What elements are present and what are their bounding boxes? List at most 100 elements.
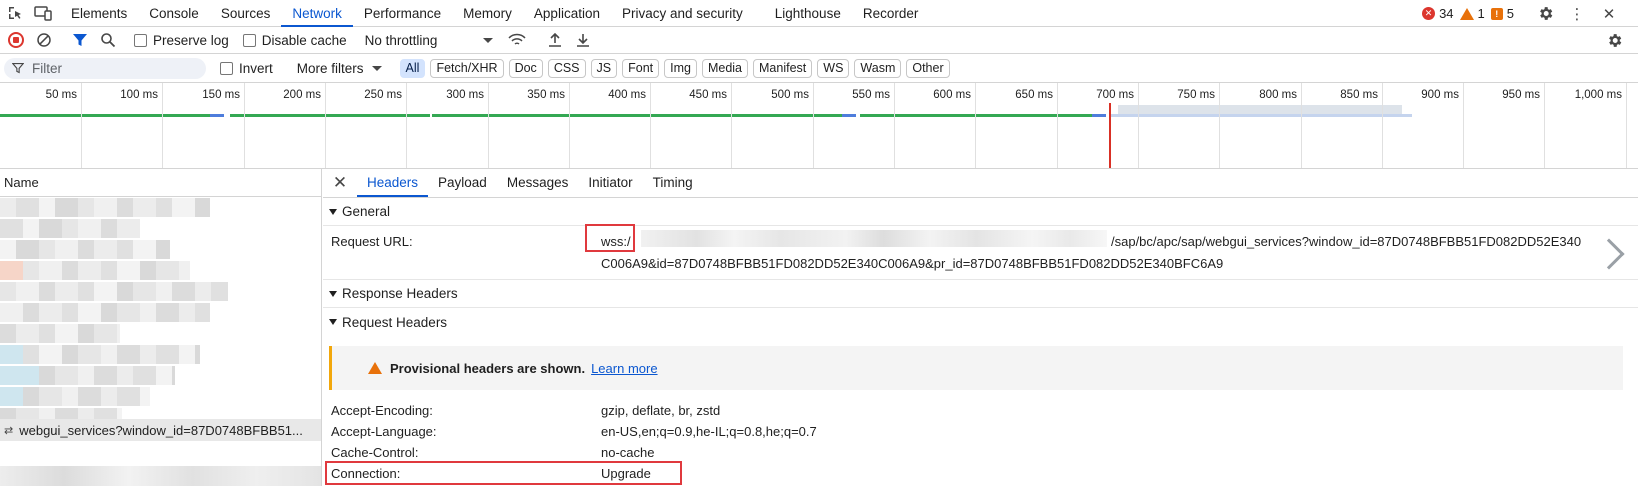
- header-row-accept-language: Accept-Language: en-US,en;q=0.9,he-IL;q=…: [331, 424, 817, 439]
- disable-cache-checkbox[interactable]: Disable cache: [242, 33, 347, 48]
- redaction-block: [0, 303, 23, 322]
- search-button[interactable]: [96, 29, 120, 51]
- learn-more-link[interactable]: Learn more: [591, 361, 657, 376]
- redaction-block: [78, 387, 101, 406]
- filter-chip-css[interactable]: CSS: [547, 58, 586, 78]
- redacted-request-row[interactable]: [0, 365, 321, 386]
- filter-chip-media[interactable]: Media: [701, 58, 749, 78]
- request-headers-section-header[interactable]: Request Headers: [323, 308, 1638, 336]
- export-har-button[interactable]: [571, 29, 595, 51]
- filter-chip-manifest[interactable]: Manifest: [753, 58, 813, 78]
- close-icon[interactable]: ✕: [323, 169, 357, 197]
- timeline-overview[interactable]: 50 ms 100 ms 150 ms 200 ms 250 ms 300 ms 350 m…: [0, 83, 1638, 169]
- tab-memory[interactable]: Memory: [452, 0, 523, 27]
- redaction-block: [39, 240, 55, 259]
- name-column-header[interactable]: Name: [0, 169, 321, 197]
- network-settings-button[interactable]: [1602, 29, 1626, 51]
- issue-flag-icon: !: [1490, 7, 1503, 20]
- expand-triangle-icon: [329, 208, 337, 215]
- filter-chip-ws[interactable]: WS: [817, 58, 850, 78]
- filter-chip-all[interactable]: All: [399, 58, 426, 78]
- more-filters-dropdown[interactable]: More filters: [297, 61, 382, 76]
- device-toolbar-icon[interactable]: [32, 2, 54, 24]
- request-url-path[interactable]: /sap/bc/apc/sap/webgui_services?window_i…: [1111, 234, 1581, 249]
- filter-chip-other[interactable]: Other: [906, 58, 950, 78]
- tab-headers[interactable]: Headers: [357, 169, 429, 197]
- filter-chip-img[interactable]: Img: [664, 58, 697, 78]
- redaction-block: [172, 282, 195, 301]
- redacted-request-row[interactable]: [0, 197, 321, 218]
- import-har-button[interactable]: [543, 29, 567, 51]
- redaction-block: [55, 282, 78, 301]
- chevron-down-icon: [483, 37, 494, 43]
- redacted-request-row[interactable]: [0, 281, 321, 302]
- tab-payload[interactable]: Payload: [428, 169, 497, 197]
- tab-console[interactable]: Console: [138, 0, 210, 27]
- tab-elements[interactable]: Elements: [60, 0, 138, 27]
- redacted-request-row[interactable]: [0, 323, 321, 344]
- tab-timing[interactable]: Timing: [643, 169, 703, 197]
- filter-chip-fetch-xhr[interactable]: Fetch/XHR: [430, 58, 504, 78]
- request-url-continuation[interactable]: C006A9&id=87D0748BFBB51FD082DD52E340C006…: [601, 256, 1223, 271]
- redaction-block: [78, 282, 94, 301]
- tab-messages[interactable]: Messages: [497, 169, 579, 197]
- redaction-block: [172, 198, 195, 217]
- tab-recorder[interactable]: Recorder: [852, 0, 930, 27]
- redaction-block: [179, 303, 195, 322]
- clear-button[interactable]: [32, 29, 56, 51]
- redaction-block: [0, 387, 23, 406]
- error-count-badge[interactable]: ✕ 34: [1422, 6, 1454, 21]
- redacted-request-row[interactable]: [0, 218, 321, 239]
- filter-chip-font[interactable]: Font: [622, 58, 660, 78]
- timeline-gridline: [1544, 83, 1545, 168]
- redaction-block: [78, 240, 94, 259]
- redaction-block: [117, 387, 140, 406]
- redaction-block: [0, 240, 16, 259]
- tab-initiator[interactable]: Initiator: [578, 169, 642, 197]
- redaction-block: [39, 261, 62, 280]
- tab-network[interactable]: Network: [281, 0, 353, 27]
- warning-count-badge[interactable]: 1: [1459, 6, 1485, 21]
- response-headers-section-header[interactable]: Response Headers: [323, 280, 1638, 308]
- filter-chip-wasm[interactable]: Wasm: [854, 58, 902, 78]
- request-url-row: Request URL: wss:/ /sap/bc/apc/sap/webgu…: [323, 224, 1638, 280]
- filter-chip-doc[interactable]: Doc: [508, 58, 543, 78]
- stop-recording-button[interactable]: [4, 29, 28, 51]
- general-section-header[interactable]: General: [323, 198, 1638, 226]
- filter-toggle-button[interactable]: [68, 29, 92, 51]
- redacted-request-row[interactable]: [0, 386, 321, 407]
- selected-request-row[interactable]: ⇄ webgui_services?window_id=87D0748BFBB5…: [0, 419, 321, 441]
- redacted-request-row[interactable]: [0, 260, 321, 281]
- redaction-block: [172, 366, 175, 385]
- redacted-request-row[interactable]: [0, 302, 321, 323]
- redacted-request-row[interactable]: [0, 239, 321, 260]
- settings-gear-icon[interactable]: [1534, 3, 1556, 25]
- redaction-block: [133, 282, 156, 301]
- redaction-block: [195, 282, 211, 301]
- filter-chip-js[interactable]: JS: [590, 58, 618, 78]
- tab-application[interactable]: Application: [523, 0, 611, 27]
- expand-triangle-icon: [329, 319, 337, 325]
- more-options-icon[interactable]: ⋮: [1566, 3, 1588, 25]
- network-conditions-button[interactable]: [505, 29, 529, 51]
- redacted-request-row[interactable]: [0, 344, 321, 365]
- filter-input[interactable]: [32, 60, 192, 76]
- tab-lighthouse[interactable]: Lighthouse: [764, 0, 852, 27]
- issues-count-badge[interactable]: ! 5: [1490, 6, 1514, 21]
- redacted-request-row[interactable]: [0, 466, 321, 486]
- tab-privacy-and-security[interactable]: Privacy and security: [611, 0, 754, 27]
- close-devtools-icon[interactable]: ✕: [1598, 3, 1620, 25]
- timeline-tick-label: 150 ms: [202, 89, 240, 101]
- tab-performance[interactable]: Performance: [353, 0, 452, 27]
- timeline-tick-label: 900 ms: [1421, 89, 1459, 101]
- tab-sources[interactable]: Sources: [210, 0, 282, 27]
- redaction-block: [117, 261, 140, 280]
- redaction-block: [23, 219, 39, 238]
- blurred-request-list: [0, 197, 321, 486]
- preserve-log-checkbox[interactable]: Preserve log: [134, 33, 229, 48]
- timeline-gridline: [406, 83, 407, 168]
- invert-checkbox[interactable]: Invert: [220, 61, 273, 76]
- throttling-select[interactable]: No throttling: [365, 33, 494, 48]
- inspect-element-icon[interactable]: [4, 2, 26, 24]
- redaction-block: [39, 198, 55, 217]
